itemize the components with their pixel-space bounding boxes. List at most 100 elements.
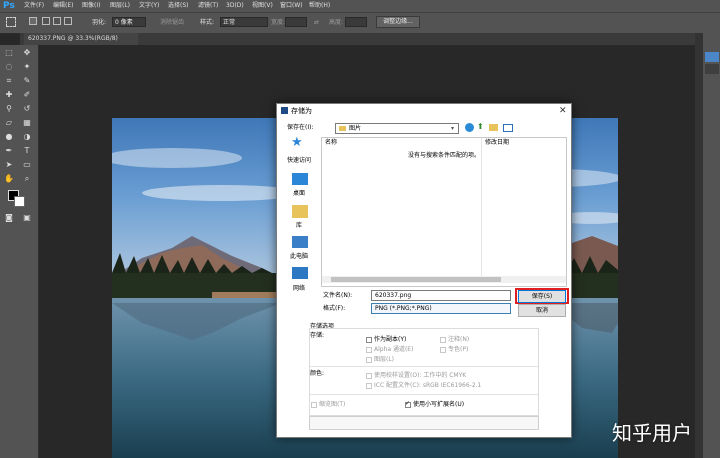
menu-view[interactable]: 视图(V) (252, 0, 273, 12)
filename-input[interactable]: 620337.png (371, 290, 511, 301)
up-folder-icon[interactable]: ⬆ (477, 122, 484, 131)
watermark: 知乎用户 (612, 421, 692, 445)
view-menu-icon[interactable] (503, 124, 513, 132)
shape-tool-icon[interactable]: ▭ (22, 160, 32, 169)
lowercase-ext-label: 使用小写扩展名(U) (413, 401, 465, 408)
document-tab[interactable]: 620337.PNG @ 33.3%(RGB/8) (24, 33, 138, 45)
healing-brush-icon[interactable]: ✚ (4, 90, 14, 99)
column-name-header[interactable]: 名称 (325, 138, 337, 147)
zoom-tool-icon[interactable]: ⌕ (22, 174, 32, 183)
eraser-icon[interactable]: ▱ (4, 118, 14, 127)
magic-wand-icon[interactable]: ✦ (22, 62, 32, 71)
panel-swatch-blue[interactable] (705, 52, 719, 62)
marquee-tool-preset-icon[interactable] (6, 17, 16, 27)
pen-tool-icon[interactable]: ✒ (4, 146, 14, 155)
star-icon: ★ (291, 135, 303, 150)
right-panels (703, 33, 720, 458)
lasso-tool-icon[interactable]: ◌ (4, 62, 14, 71)
move-tool-icon[interactable]: ✥ (22, 48, 32, 57)
spot-checkbox (440, 347, 446, 353)
as-copy-checkbox[interactable] (366, 337, 372, 343)
screen-mode-icon[interactable]: ▣ (22, 213, 32, 222)
scrollbar-thumb[interactable] (331, 277, 501, 282)
gradient-tool-icon[interactable]: ▦ (22, 118, 32, 127)
brush-tool-icon[interactable]: ✐ (22, 90, 32, 99)
icc-label: ICC 配置文件(C): sRGB IEC61966-2.1 (374, 382, 482, 389)
chevron-down-icon: ▾ (451, 125, 455, 132)
new-selection-icon[interactable] (29, 17, 37, 25)
menu-window[interactable]: 窗口(W) (280, 0, 303, 12)
width-input[interactable] (285, 17, 307, 27)
as-copy-label: 作为副本(Y) (374, 336, 407, 343)
alpha-checkbox (366, 347, 372, 353)
menu-help[interactable]: 帮助(H) (309, 0, 330, 12)
feather-input[interactable]: 0 像素 (112, 17, 146, 27)
menu-filter[interactable]: 滤镜(T) (198, 0, 218, 12)
quick-mask-icon[interactable]: ◙ (4, 213, 14, 222)
history-brush-icon[interactable]: ↺ (22, 104, 32, 113)
feather-label: 羽化: (92, 19, 107, 26)
menu-3d[interactable]: 3D(D) (226, 0, 244, 12)
subtract-selection-icon[interactable] (53, 17, 61, 25)
color-label: 颜色: (310, 370, 325, 377)
column-divider (481, 138, 482, 278)
menu-type[interactable]: 文字(Y) (139, 0, 159, 12)
menu-edit[interactable]: 编辑(E) (53, 0, 73, 12)
height-input[interactable] (345, 17, 367, 27)
crop-tool-icon[interactable]: ⌗ (4, 76, 14, 85)
options-divider-2 (310, 394, 538, 395)
save-in-select[interactable]: 图片 ▾ (335, 123, 459, 134)
eyedropper-icon[interactable]: ✎ (22, 76, 32, 85)
blur-tool-icon[interactable]: ● (4, 132, 14, 141)
refine-edge-button[interactable]: 调整边缘... (376, 16, 420, 28)
save-as-dialog: 存储为 ✕ 保存在(I): 图片 ▾ ⬆ ★ 快速访问 桌面 库 此电脑 网络 … (276, 103, 572, 438)
sidebar-this-pc[interactable]: 此电脑 (283, 251, 315, 260)
icc-checkbox (366, 383, 372, 389)
desktop-icon (292, 173, 308, 185)
path-selection-icon[interactable]: ➤ (4, 160, 14, 169)
format-label: 格式(F): (323, 305, 346, 312)
width-label: 宽度: (271, 19, 286, 26)
type-tool-icon[interactable]: T (22, 146, 32, 155)
sidebar-network[interactable]: 网络 (283, 283, 315, 292)
save-in-label: 保存在(I): (287, 124, 314, 131)
this-pc-icon (292, 236, 308, 248)
format-select[interactable]: PNG (*.PNG;*.PNG) (371, 303, 511, 314)
panel-swatch-dark[interactable] (705, 64, 719, 74)
style-select[interactable]: 正常 (220, 17, 268, 27)
proof-label: 使用校样设置(O): 工作中的 CMYK (374, 372, 467, 379)
sidebar-library[interactable]: 库 (283, 220, 315, 229)
menu-file[interactable]: 文件(F) (24, 0, 44, 12)
lowercase-ext-checkbox[interactable]: ✓ (405, 400, 411, 408)
dialog-title: 存储为 (291, 107, 312, 115)
height-label: 高度: (329, 19, 344, 26)
clone-stamp-icon[interactable]: ⚲ (4, 104, 14, 113)
menu-layer[interactable]: 图层(L) (110, 0, 130, 12)
menu-image[interactable]: 图像(I) (82, 0, 100, 12)
marquee-tool-icon[interactable]: ⬚ (4, 48, 14, 57)
sidebar-quick-access[interactable]: 快速访问 (283, 155, 315, 164)
cancel-button[interactable]: 取消 (518, 304, 566, 317)
column-modified-header[interactable]: 修改日期 (485, 138, 509, 147)
filename-label: 文件名(N): (323, 292, 353, 299)
save-in-value: 图片 (349, 125, 362, 132)
background-color-swatch[interactable] (14, 196, 25, 207)
close-icon[interactable]: ✕ (559, 104, 567, 118)
new-folder-icon[interactable] (489, 124, 498, 131)
notes-checkbox (440, 337, 446, 343)
intersect-selection-icon[interactable] (64, 17, 72, 25)
save-button[interactable]: 保存(S) (518, 290, 566, 303)
spot-label: 专色(P) (448, 346, 469, 353)
empty-list-message: 没有与搜索条件匹配的项。 (408, 152, 481, 159)
swap-icon[interactable]: ⇄ (314, 18, 319, 28)
dodge-tool-icon[interactable]: ◑ (22, 132, 32, 141)
hand-tool-icon[interactable]: ✋ (4, 174, 14, 183)
back-icon[interactable] (465, 123, 474, 132)
network-icon (292, 267, 308, 279)
sidebar-desktop[interactable]: 桌面 (283, 188, 315, 197)
antialias-checkbox[interactable]: 消除锯齿 (160, 18, 184, 28)
add-selection-icon[interactable] (42, 17, 50, 25)
photoshop-logo: Ps (3, 1, 15, 11)
menu-select[interactable]: 选择(S) (168, 0, 189, 12)
library-icon (292, 205, 308, 218)
